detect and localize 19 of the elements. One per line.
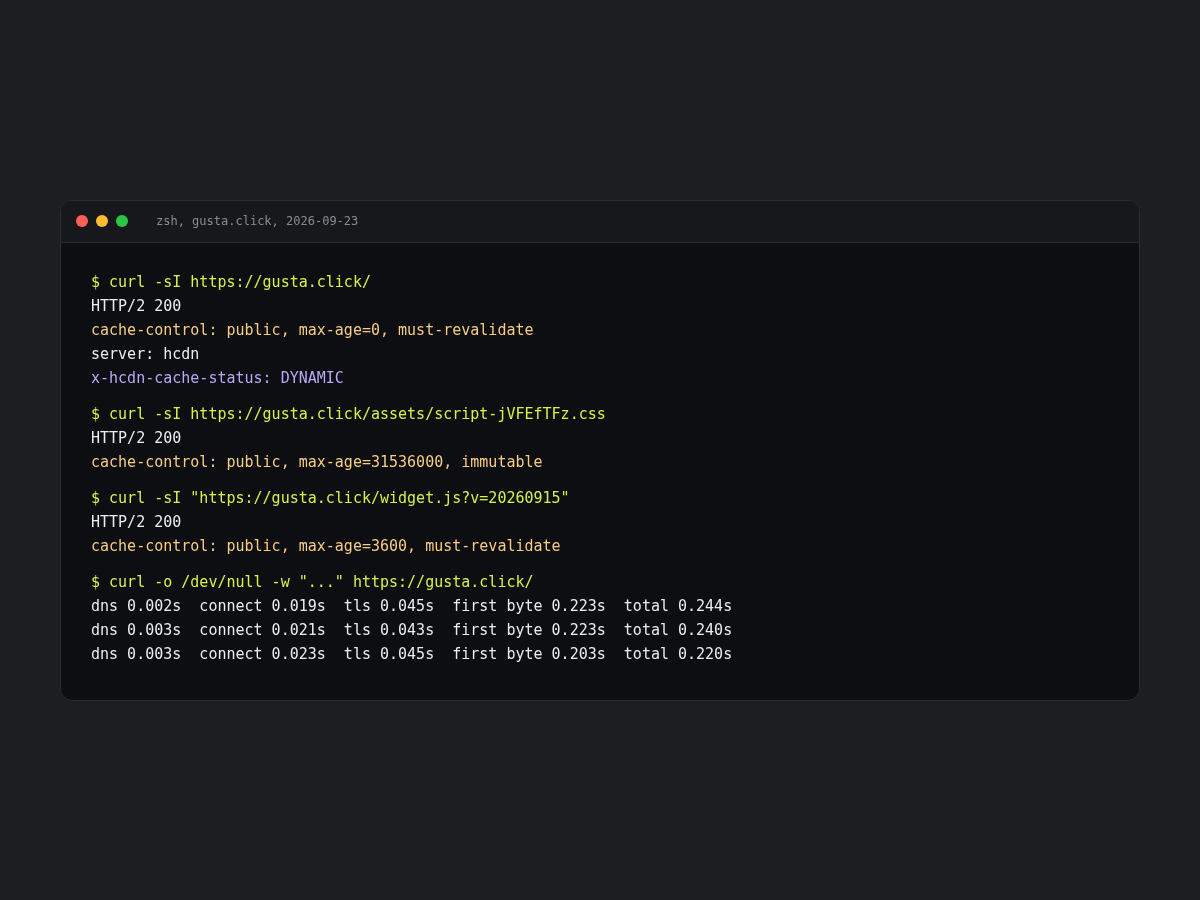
command-line: $ curl -sI https://gusta.click/ bbox=[91, 271, 371, 293]
output-line: HTTP/2 200 bbox=[91, 295, 182, 317]
window-title: zsh, gusta.click, 2026-09-23 bbox=[156, 214, 359, 228]
output-line: HTTP/2 200 bbox=[91, 511, 182, 533]
output-line: HTTP/2 200 bbox=[91, 427, 182, 449]
close-button[interactable] bbox=[76, 215, 88, 227]
output-line: dns 0.002s connect 0.019s tls 0.045s first byte 0.223s total 0.244s bbox=[91, 595, 733, 617]
command-line: $ curl -o /dev/null -w "..." https://gusta.click/ bbox=[91, 571, 534, 593]
command-line: $ curl -sI "https://gusta.click/widget.js?v=20260915" bbox=[91, 487, 570, 509]
header-line: cache-control: public, max-age=3600, must-revalidate bbox=[91, 535, 561, 557]
command-line: $ curl -sI https://gusta.click/assets/script-jVFEfTFz.css bbox=[91, 403, 606, 425]
header-line: x-hcdn-cache-status: DYNAMIC bbox=[91, 367, 344, 389]
output-line: dns 0.003s connect 0.023s tls 0.045s first byte 0.203s total 0.220s bbox=[91, 643, 733, 665]
output-line: server: hcdn bbox=[91, 343, 200, 365]
maximize-button[interactable] bbox=[116, 215, 128, 227]
header-line: cache-control: public, max-age=0, must-revalidate bbox=[91, 319, 534, 341]
minimize-button[interactable] bbox=[96, 215, 108, 227]
header-line: cache-control: public, max-age=31536000, immutable bbox=[91, 451, 543, 473]
output-line: dns 0.003s connect 0.021s tls 0.043s first byte 0.223s total 0.240s bbox=[91, 619, 733, 641]
